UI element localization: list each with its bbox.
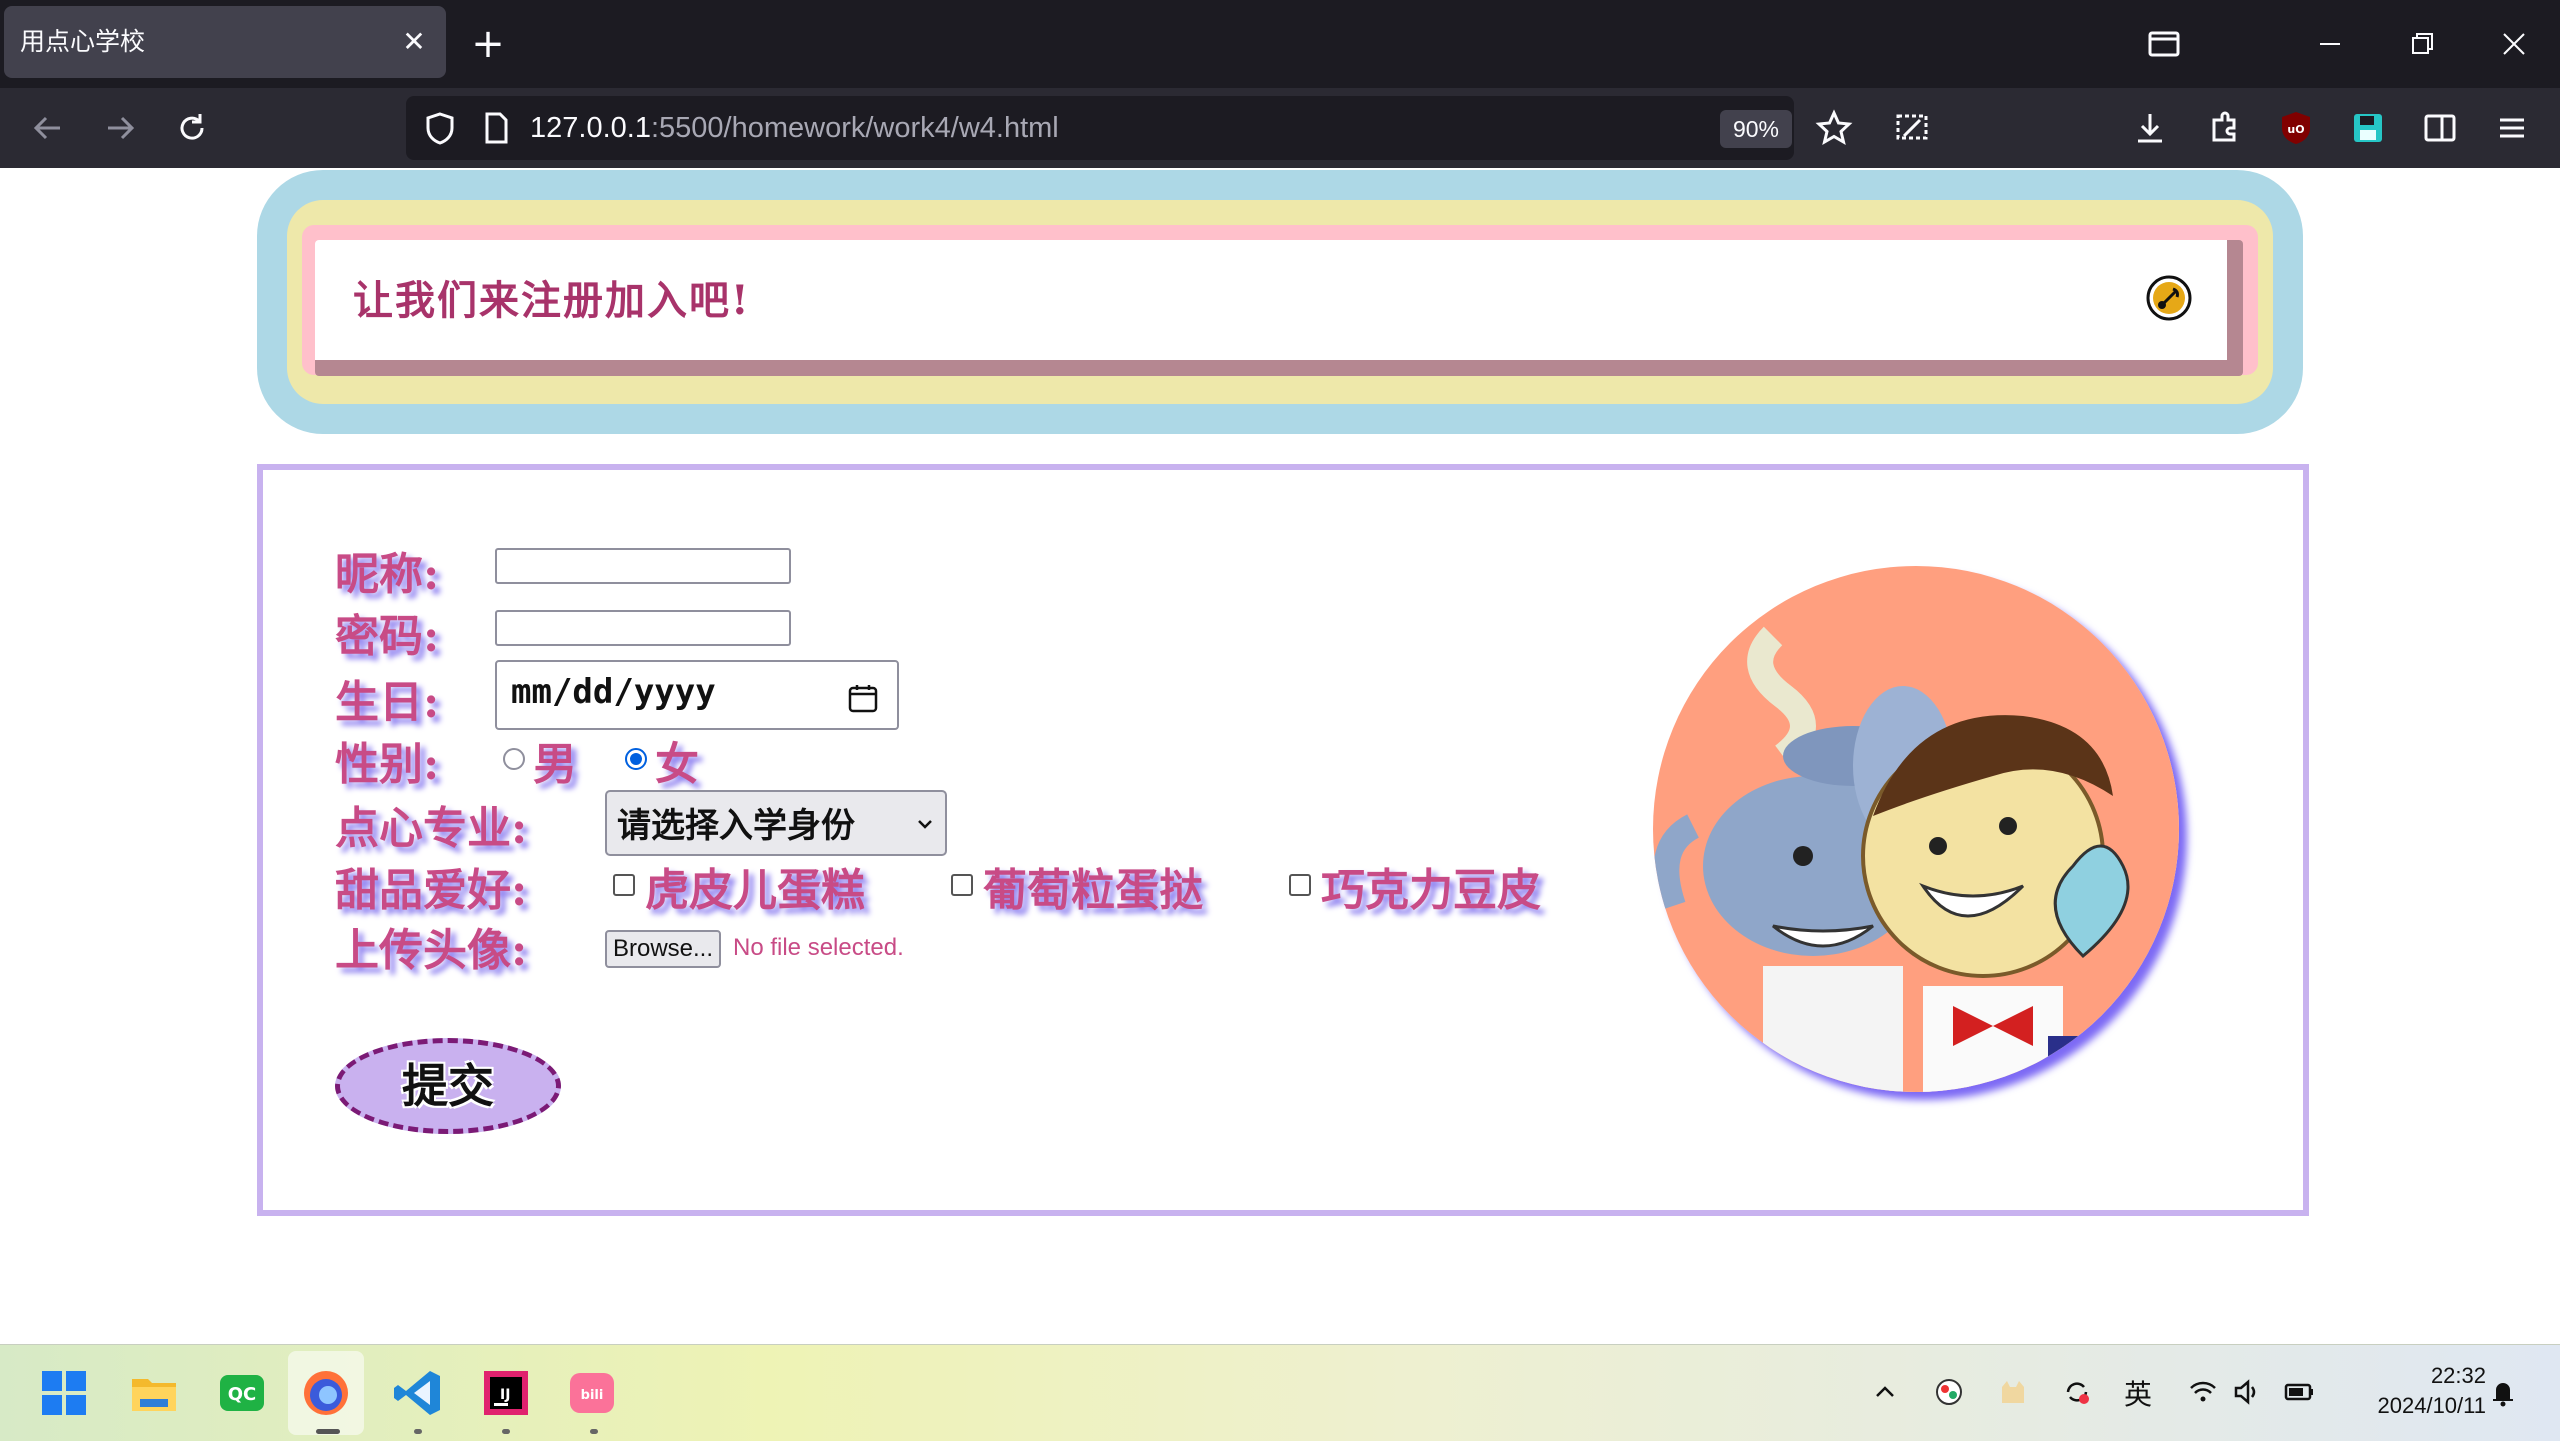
running-indicator [414,1429,422,1434]
browser-tab-active[interactable]: 用点心学校 ✕ [4,6,446,78]
mascot-avatar-image [1653,566,2179,1092]
music-icon[interactable] [2145,274,2193,322]
svg-text:uO: uO [2287,123,2304,136]
tab-close-icon[interactable]: ✕ [396,24,432,60]
hobby-option-1: 虎皮儿蛋糕 [645,865,865,916]
password-input[interactable] [495,610,791,646]
taskbar: QC IJ bili 英 22:32 2024/10/11 [0,1344,2560,1441]
tab-overview-icon[interactable] [2142,22,2186,66]
ublock-icon[interactable]: uO [2274,106,2318,150]
extensions-icon[interactable] [2202,106,2246,150]
notification-bell-icon[interactable] [2486,1375,2520,1409]
save-extension-icon[interactable] [2346,106,2390,150]
ime-indicator[interactable]: 英 [2124,1373,2152,1413]
windows-start-icon[interactable] [36,1365,92,1421]
cat-tray-icon[interactable] [1996,1375,2030,1409]
running-indicator [502,1429,510,1434]
star-bookmark-icon[interactable] [1814,108,1854,148]
close-window-icon[interactable] [2492,22,2536,66]
vscode-icon[interactable] [390,1365,446,1421]
active-indicator [316,1429,340,1434]
hobby-option-2: 葡萄粒蛋挞 [983,865,1203,916]
submit-label: 提交 [402,1059,494,1113]
password-label: 密码: [335,611,440,662]
back-icon[interactable] [26,106,70,150]
intellij-icon[interactable]: IJ [478,1365,534,1421]
chevron-down-icon [918,820,932,829]
page-content: 让我们来注册加入吧! 昵称: 密码: 生日: mm/dd/yyyy 性别: 男 … [0,168,2560,1344]
minimize-icon[interactable] [2308,22,2352,66]
clock[interactable]: 22:32 2024/10/11 [2378,1361,2486,1421]
tray-app-icon[interactable] [1932,1375,1966,1409]
bilibili-icon[interactable]: bili [564,1365,620,1421]
file-explorer-icon[interactable] [126,1365,182,1421]
forward-icon[interactable] [98,106,142,150]
battery-icon[interactable] [2282,1375,2316,1409]
nickname-label: 昵称: [335,549,440,600]
chevron-up-icon[interactable] [1868,1375,1902,1409]
nickname-input[interactable] [495,548,791,584]
page-icon [485,112,508,144]
hobby-checkbox-1[interactable] [613,874,635,896]
registration-form: 昵称: 密码: 生日: mm/dd/yyyy 性别: 男 女 点心专业: 请选择… [257,464,2309,1216]
submit-button[interactable]: 提交 [335,1038,561,1134]
reload-icon[interactable] [170,106,214,150]
calendar-icon[interactable] [847,682,879,714]
birthday-date-input[interactable]: mm/dd/yyyy [495,660,899,730]
zoom-badge[interactable]: 90% [1720,110,1792,148]
volume-icon[interactable] [2230,1375,2264,1409]
menu-icon[interactable] [2490,106,2534,150]
screenshot-icon[interactable] [1890,106,1934,150]
running-indicator [590,1429,598,1434]
sidebar-icon[interactable] [2418,106,2462,150]
hobby-checkbox-3[interactable] [1289,874,1311,896]
hobby-label: 甜品爱好: [335,865,528,916]
gender-option-female: 女 [655,739,699,790]
svg-text:QC: QC [228,1384,257,1405]
sync-icon[interactable] [2060,1375,2094,1409]
tab-title: 用点心学校 [20,28,146,56]
major-label: 点心专业: [335,803,528,854]
url-text[interactable]: 127.0.0.1:5500/homework/work4/w4.html [530,96,1059,160]
upload-label: 上传头像: [335,925,528,976]
download-icon[interactable] [2128,106,2172,150]
browser-nav-bar: 127.0.0.1:5500/homework/work4/w4.html 90… [0,88,2560,168]
shield-icon[interactable] [420,108,460,148]
date-placeholder: mm/dd/yyyy [511,672,716,712]
svg-text:bili: bili [581,1388,604,1403]
wifi-icon[interactable] [2186,1375,2220,1409]
svg-text:IJ: IJ [500,1387,510,1403]
clock-date: 2024/10/11 [2377,1393,2486,1418]
gender-radio-male[interactable] [503,748,525,770]
gender-radio-female[interactable] [625,748,647,770]
gender-label: 性别: [335,739,440,790]
banner-title: 让我们来注册加入吧! [353,277,751,324]
restore-icon[interactable] [2400,22,2444,66]
hobby-option-3: 巧克力豆皮 [1321,865,1541,916]
url-bar[interactable]: 127.0.0.1:5500/homework/work4/w4.html 90… [406,96,1853,160]
birthday-label: 生日: [335,677,440,728]
qc-app-icon[interactable]: QC [214,1365,270,1421]
clock-time: 22:32 [2430,1363,2486,1388]
mascot-illustration [1653,566,2179,1092]
major-select-value: 请选择入学身份 [617,806,855,846]
banner: 让我们来注册加入吧! [257,170,2303,434]
hobby-checkbox-2[interactable] [951,874,973,896]
no-file-text: No file selected. [733,934,904,961]
firefox-icon[interactable] [298,1365,354,1421]
browser-tab-bar: 用点心学校 ✕ + [0,0,2560,88]
new-tab-button[interactable]: + [468,24,508,64]
gender-option-male: 男 [533,739,577,790]
browse-button[interactable]: Browse... [605,930,721,968]
major-select[interactable]: 请选择入学身份 [605,790,947,856]
